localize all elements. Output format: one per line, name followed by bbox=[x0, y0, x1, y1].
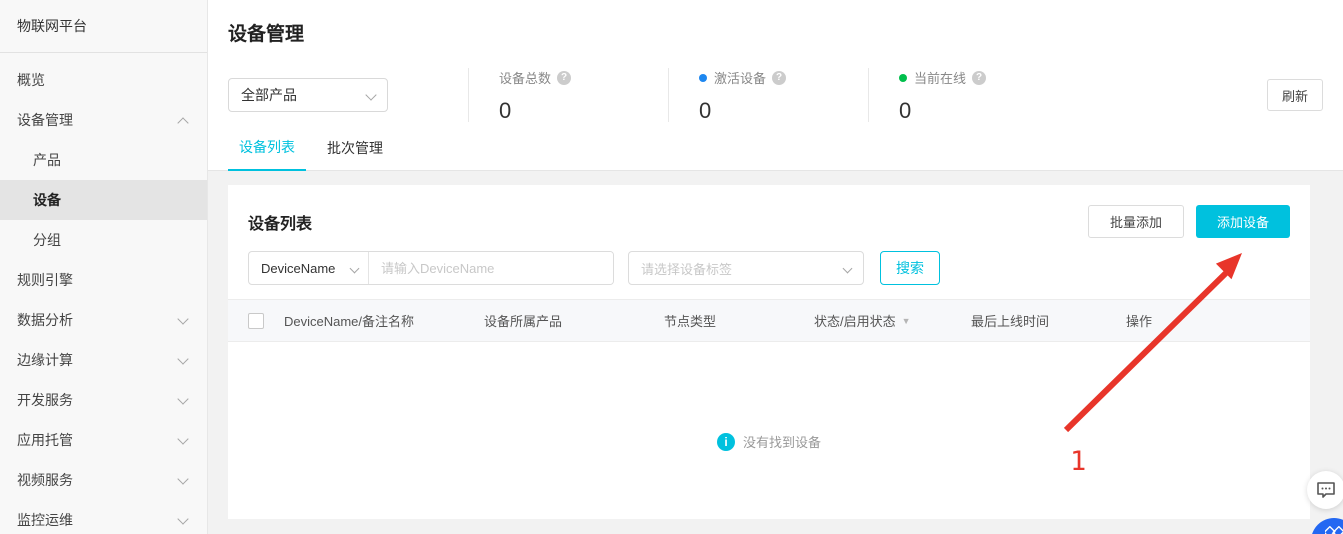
stat-label: 当前在线 bbox=[914, 68, 966, 87]
feedback-chat-button[interactable] bbox=[1307, 471, 1343, 509]
device-name-input[interactable] bbox=[369, 252, 613, 284]
stat-label: 设备总数 bbox=[499, 68, 551, 87]
search-field-value: DeviceName bbox=[261, 261, 335, 276]
stat-online-devices: 当前在线 ? 0 bbox=[868, 68, 1068, 122]
chat-bubble-icon bbox=[1316, 481, 1336, 499]
empty-text: 没有找到设备 bbox=[743, 432, 821, 451]
chevron-down-icon bbox=[177, 393, 188, 404]
sidebar-item-data-analytics[interactable]: 数据分析 bbox=[0, 300, 207, 340]
select-all-checkbox[interactable] bbox=[248, 313, 264, 329]
sidebar: 物联网平台 概览 设备管理 产品 设备 分组 规则引擎 数据分析 边缘计算 开发… bbox=[0, 0, 208, 534]
product-filter-select[interactable]: 全部产品 bbox=[228, 78, 388, 112]
panel-title: 设备列表 bbox=[248, 210, 312, 234]
blue-dot-icon bbox=[699, 74, 707, 82]
info-icon: i bbox=[717, 433, 735, 451]
product-filter-value: 全部产品 bbox=[241, 85, 297, 105]
help-icon[interactable]: ? bbox=[557, 71, 571, 85]
chevron-down-icon bbox=[350, 263, 360, 273]
sidebar-item-group[interactable]: 分组 bbox=[0, 220, 207, 260]
app-title: 物联网平台 bbox=[0, 0, 207, 53]
sidebar-nav: 概览 设备管理 产品 设备 分组 规则引擎 数据分析 边缘计算 开发服务 应用托… bbox=[0, 53, 207, 534]
search-button[interactable]: 搜索 bbox=[880, 251, 940, 285]
column-actions: 操作 bbox=[1126, 311, 1310, 330]
search-field-select[interactable]: DeviceName bbox=[249, 252, 369, 284]
sidebar-item-monitoring-ops[interactable]: 监控运维 bbox=[0, 500, 207, 534]
main-area: 设备管理 全部产品 设备总数 ? 0 激活设备 bbox=[208, 0, 1343, 534]
chevron-down-icon bbox=[365, 89, 376, 100]
stat-value: 0 bbox=[899, 100, 1068, 122]
device-list-panel: 设备列表 批量添加 添加设备 DeviceName bbox=[228, 185, 1310, 519]
stat-total-devices: 设备总数 ? 0 bbox=[468, 68, 668, 122]
help-icon[interactable]: ? bbox=[972, 71, 986, 85]
sidebar-item-edge-computing[interactable]: 边缘计算 bbox=[0, 340, 207, 380]
help-icon[interactable]: ? bbox=[772, 71, 786, 85]
sidebar-item-device-management[interactable]: 设备管理 bbox=[0, 100, 207, 140]
assistant-icon bbox=[1325, 526, 1343, 534]
tab-batch-management[interactable]: 批次管理 bbox=[316, 138, 394, 170]
refresh-button[interactable]: 刷新 bbox=[1267, 79, 1323, 111]
add-device-button[interactable]: 添加设备 bbox=[1196, 205, 1290, 238]
panel-header: 设备列表 批量添加 添加设备 bbox=[228, 185, 1310, 251]
device-tag-placeholder: 请选择设备标签 bbox=[641, 259, 732, 278]
device-tag-select[interactable]: 请选择设备标签 bbox=[628, 251, 864, 285]
device-search-group: DeviceName bbox=[248, 251, 614, 285]
column-status[interactable]: 状态/启用状态 ▼ bbox=[814, 311, 971, 330]
chevron-down-icon bbox=[177, 513, 188, 524]
page-header: 设备管理 全部产品 设备总数 ? 0 激活设备 bbox=[208, 0, 1343, 171]
chevron-down-icon bbox=[843, 263, 853, 273]
sidebar-item-app-hosting[interactable]: 应用托管 bbox=[0, 420, 207, 460]
empty-state: i 没有找到设备 bbox=[228, 432, 1310, 451]
column-last-online: 最后上线时间 bbox=[971, 311, 1126, 330]
column-product: 设备所属产品 bbox=[484, 311, 664, 330]
chevron-down-icon bbox=[177, 473, 188, 484]
sidebar-item-device[interactable]: 设备 bbox=[0, 180, 207, 220]
chevron-down-icon bbox=[177, 433, 188, 444]
tab-device-list[interactable]: 设备列表 bbox=[228, 137, 306, 171]
chevron-down-icon bbox=[177, 353, 188, 364]
stat-activated-devices: 激活设备 ? 0 bbox=[668, 68, 868, 122]
table-header-row: DeviceName/备注名称 设备所属产品 节点类型 状态/启用状态 ▼ 最后… bbox=[228, 299, 1310, 342]
chevron-down-icon bbox=[177, 313, 188, 324]
column-device-name: DeviceName/备注名称 bbox=[284, 311, 484, 330]
search-toolbar: DeviceName 请选择设备标签 搜索 bbox=[228, 251, 1310, 285]
sort-caret-icon: ▼ bbox=[902, 316, 911, 326]
sidebar-item-video-services[interactable]: 视频服务 bbox=[0, 460, 207, 500]
tab-bar: 设备列表 批次管理 bbox=[208, 130, 1343, 171]
green-dot-icon bbox=[899, 74, 907, 82]
stat-value: 0 bbox=[699, 100, 868, 122]
stat-label: 激活设备 bbox=[714, 68, 766, 87]
sidebar-item-dev-services[interactable]: 开发服务 bbox=[0, 380, 207, 420]
sidebar-item-product[interactable]: 产品 bbox=[0, 140, 207, 180]
chevron-up-icon bbox=[177, 117, 188, 128]
annotation-step-number: 1 bbox=[1070, 446, 1086, 477]
sidebar-item-rules-engine[interactable]: 规则引擎 bbox=[0, 260, 207, 300]
iot-device-management-page: 物联网平台 概览 设备管理 产品 设备 分组 规则引擎 数据分析 边缘计算 开发… bbox=[0, 0, 1343, 534]
content-area: 设备列表 批量添加 添加设备 DeviceName bbox=[208, 171, 1343, 534]
stat-value: 0 bbox=[499, 100, 668, 122]
sidebar-item-overview[interactable]: 概览 bbox=[0, 60, 207, 100]
batch-add-button[interactable]: 批量添加 bbox=[1088, 205, 1184, 238]
stats-bar: 全部产品 设备总数 ? 0 激活设备 ? bbox=[208, 60, 1343, 130]
column-node-type: 节点类型 bbox=[664, 311, 814, 330]
page-title: 设备管理 bbox=[208, 0, 1343, 60]
